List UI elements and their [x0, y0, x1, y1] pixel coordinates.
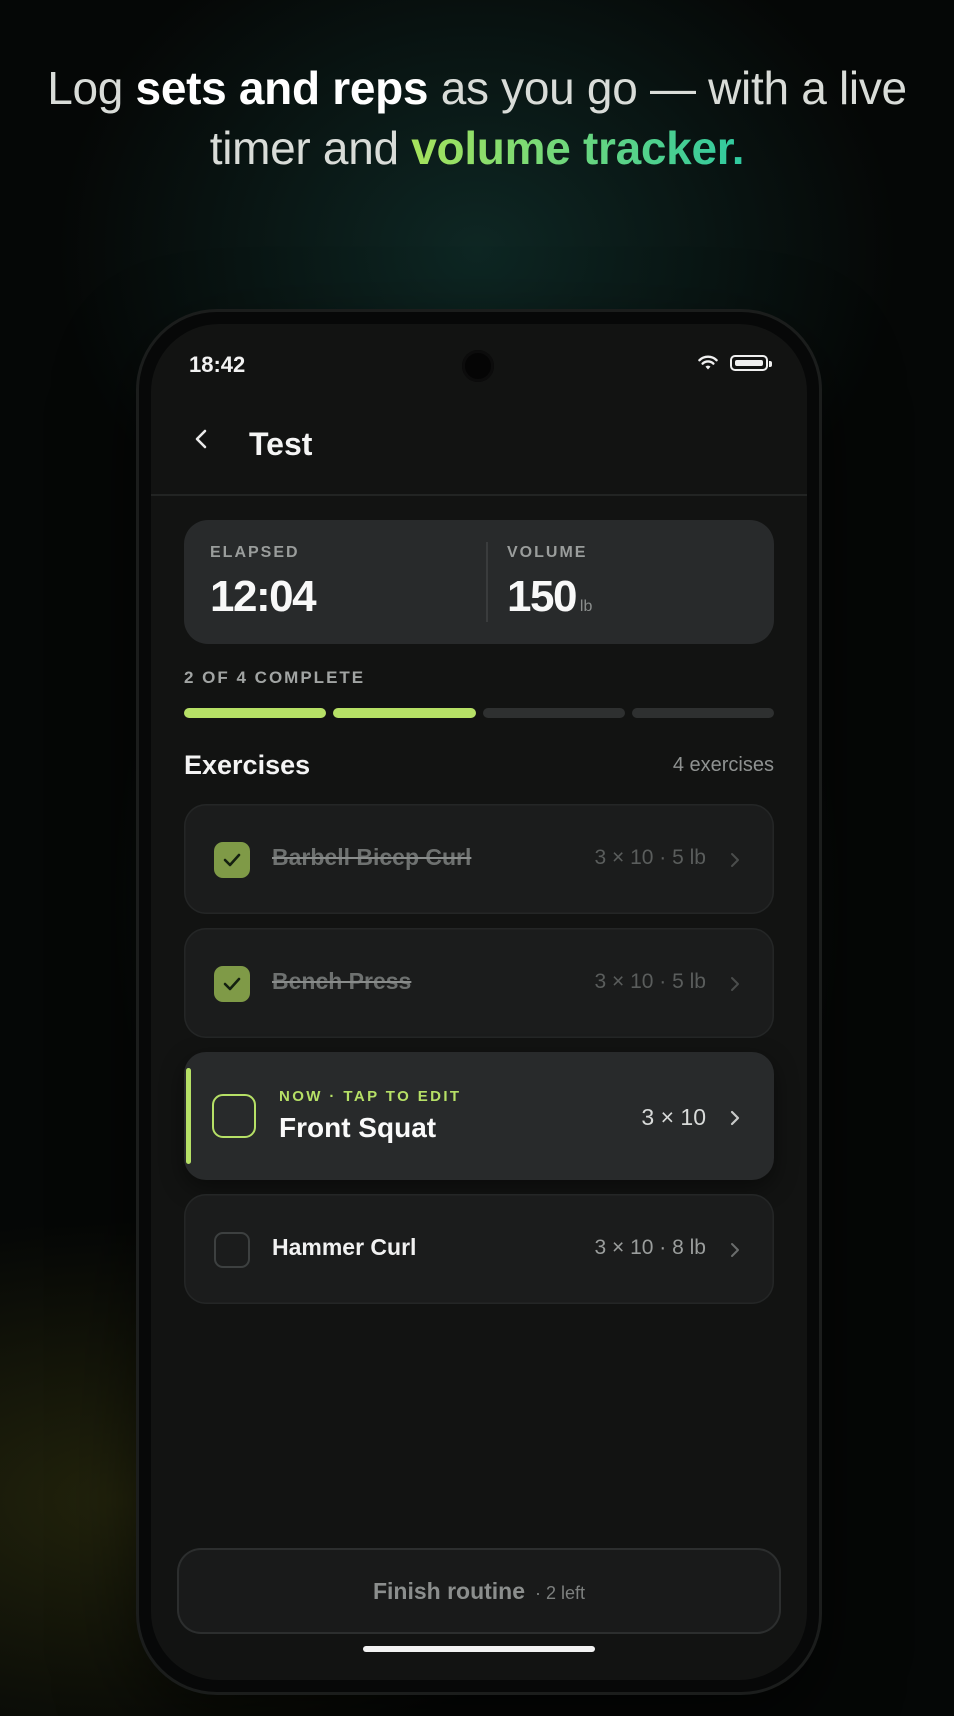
headline-accent: volume tracker. [411, 122, 745, 174]
checkbox-unchecked[interactable] [214, 1232, 250, 1268]
checkbox-checked[interactable] [214, 966, 250, 1002]
headline-text: Log [47, 62, 136, 114]
elapsed-stat: ELAPSED 12:04 [210, 544, 317, 622]
phone-screen: 18:42 Test ELAPSED 12:04 VOLUME 150 lb 2… [151, 324, 807, 1680]
volume-label: VOLUME [507, 544, 588, 561]
progress-segment [482, 708, 625, 718]
checkmark-icon [223, 977, 241, 991]
checkmark-icon [223, 853, 241, 867]
phone-frame: 18:42 Test ELAPSED 12:04 VOLUME 150 lb 2… [139, 312, 819, 1692]
exercise-name: Front Squat [279, 1112, 437, 1143]
app-header: Test [151, 384, 807, 496]
finish-remaining: · 2 left [535, 1583, 586, 1603]
checkbox-unchecked[interactable] [212, 1094, 256, 1138]
volume-stat: VOLUME 150 lb [507, 544, 592, 622]
section-title: Exercises [184, 750, 311, 780]
status-time: 18:42 [189, 352, 246, 377]
finish-routine-button[interactable]: Finish routine · 2 left [177, 1548, 781, 1634]
exercise-count: 4 exercises [672, 754, 774, 776]
camera-cutout [462, 350, 494, 382]
chevron-right-icon [731, 977, 739, 991]
finish-label: Finish routine [372, 1578, 526, 1604]
exercise-item-front-squat[interactable]: NOW · TAP TO EDIT Front Squat 3 × 10 [184, 1052, 774, 1180]
exercise-meta: 3 × 10 [641, 1104, 706, 1130]
battery-icon [730, 355, 772, 371]
current-tag: NOW · TAP TO EDIT [279, 1088, 462, 1105]
checkbox-checked[interactable] [214, 842, 250, 878]
page-title: Test [249, 426, 313, 462]
back-arrow-icon[interactable] [187, 424, 217, 454]
marketing-headline: Log sets and reps as you go — with a liv… [0, 58, 954, 178]
progress-segment [184, 708, 327, 718]
exercise-item-barbell-bicep-curl[interactable]: Barbell Bicep Curl 3 × 10 · 5 lb [184, 804, 774, 914]
exercises-section-header: Exercises 4 exercises [184, 744, 774, 784]
current-indicator [186, 1068, 191, 1164]
progress-bar [184, 708, 774, 718]
stats-card: ELAPSED 12:04 VOLUME 150 lb [184, 520, 774, 644]
elapsed-value: 12:04 [210, 572, 317, 621]
exercise-name: Barbell Bicep Curl [272, 844, 472, 870]
chevron-right-icon [731, 1243, 739, 1257]
volume-value-row: 150 lb [507, 572, 592, 622]
exercise-meta: 3 × 10 · 8 lb [594, 1236, 707, 1259]
exercise-name: Hammer Curl [272, 1234, 417, 1260]
progress-label: 2 OF 4 COMPLETE [184, 668, 366, 687]
headline-bold: sets and reps [135, 62, 429, 114]
home-indicator[interactable] [363, 1646, 595, 1652]
exercise-name: Bench Press [272, 968, 412, 994]
volume-value: 150 [507, 572, 577, 621]
chevron-right-icon [730, 1110, 740, 1126]
status-bar: 18:42 [151, 324, 807, 384]
progress-segment [631, 708, 774, 718]
exercise-item-bench-press[interactable]: Bench Press 3 × 10 · 5 lb [184, 928, 774, 1038]
volume-unit: lb [579, 598, 593, 615]
stats-divider [486, 542, 488, 622]
chevron-right-icon [731, 853, 739, 867]
exercise-meta: 3 × 10 · 5 lb [594, 970, 707, 993]
exercise-item-hammer-curl[interactable]: Hammer Curl 3 × 10 · 8 lb [184, 1194, 774, 1304]
exercise-meta: 3 × 10 · 5 lb [594, 846, 707, 869]
wifi-icon [698, 355, 718, 370]
progress-segment [333, 708, 476, 718]
elapsed-label: ELAPSED [210, 544, 300, 561]
